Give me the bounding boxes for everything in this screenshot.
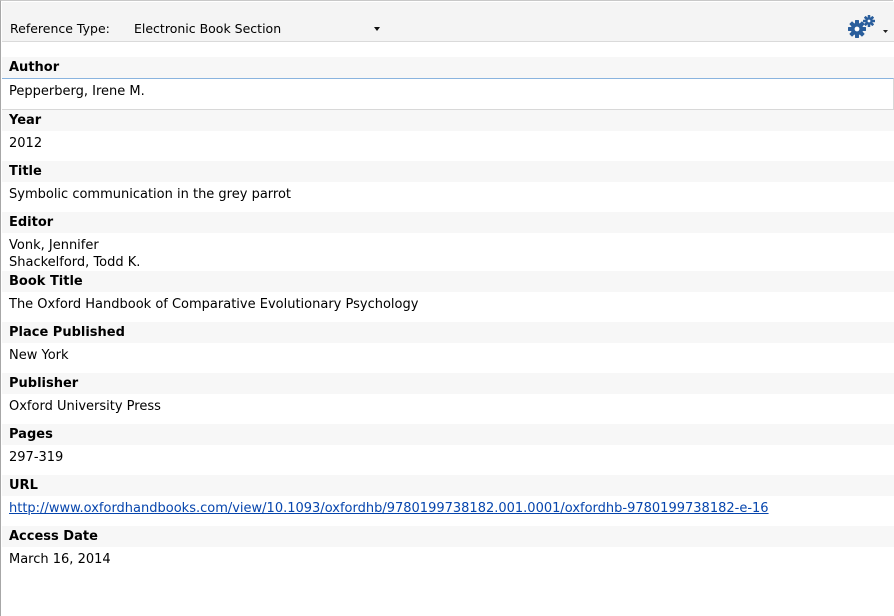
field-value-line: March 16, 2014 — [9, 552, 111, 567]
reference-toolbar: Reference Type: Electronic Book Section — [2, 2, 894, 42]
field-value-line: The Oxford Handbook of Comparative Evolu… — [9, 297, 419, 312]
field-value-line: Shackelford, Todd K. — [9, 255, 141, 270]
field-value-line: Pepperberg, Irene M. — [9, 84, 145, 99]
title-input[interactable]: Symbolic communication in the grey parro… — [2, 182, 894, 212]
reference-fields: Author Pepperberg, Irene M. Year 2012 Ti… — [2, 57, 894, 577]
field-pages: Pages 297-319 — [2, 424, 894, 475]
field-value-line: Vonk, Jennifer — [9, 238, 99, 253]
field-label: Access Date — [2, 526, 894, 547]
dropdown-arrow-icon — [374, 27, 380, 31]
book-title-input[interactable]: The Oxford Handbook of Comparative Evolu… — [2, 292, 894, 322]
field-publisher: Publisher Oxford University Press — [2, 373, 894, 424]
field-editor: Editor Vonk, Jennifer Shackelford, Todd … — [2, 212, 894, 271]
field-value-line: 297-319 — [9, 450, 64, 465]
url-link[interactable]: http://www.oxfordhandbooks.com/view/10.1… — [9, 500, 894, 517]
field-url: URL http://www.oxfordhandbooks.com/view/… — [2, 475, 894, 526]
place-published-input[interactable]: New York — [2, 343, 894, 373]
field-label: Place Published — [2, 322, 894, 343]
field-label: Pages — [2, 424, 894, 445]
url-input[interactable]: http://www.oxfordhandbooks.com/view/10.1… — [2, 496, 894, 526]
reference-editor-panel: Reference Type: Electronic Book Section — [0, 0, 894, 616]
field-value-line: Symbolic communication in the grey parro… — [9, 187, 292, 202]
field-label: URL — [2, 475, 894, 496]
access-date-input[interactable]: March 16, 2014 — [2, 547, 894, 577]
field-place-published: Place Published New York — [2, 322, 894, 373]
author-input[interactable]: Pepperberg, Irene M. — [2, 78, 894, 110]
reference-type-label: Reference Type: — [10, 21, 110, 36]
reference-type-dropdown[interactable]: Electronic Book Section — [133, 19, 387, 40]
pages-input[interactable]: 297-319 — [2, 445, 894, 475]
field-label: Year — [2, 110, 894, 131]
year-input[interactable]: 2012 — [2, 131, 894, 161]
field-value-line: Oxford University Press — [9, 399, 161, 414]
field-access-date: Access Date March 16, 2014 — [2, 526, 894, 577]
field-label: Book Title — [2, 271, 894, 292]
options-menu-button[interactable] — [847, 14, 889, 40]
field-author: Author Pepperberg, Irene M. — [2, 57, 894, 110]
field-label: Editor — [2, 212, 894, 233]
editor-input[interactable]: Vonk, Jennifer Shackelford, Todd K. — [2, 233, 894, 271]
field-year: Year 2012 — [2, 110, 894, 161]
publisher-input[interactable]: Oxford University Press — [2, 394, 894, 424]
field-book-title: Book Title The Oxford Handbook of Compar… — [2, 271, 894, 322]
field-value-line: 2012 — [9, 136, 43, 151]
field-label: Title — [2, 161, 894, 182]
field-label: Publisher — [2, 373, 894, 394]
field-title: Title Symbolic communication in the grey… — [2, 161, 894, 212]
gears-icon — [848, 15, 888, 38]
reference-type-value: Electronic Book Section — [134, 21, 282, 36]
field-label: Author — [2, 57, 894, 78]
field-value-line: New York — [9, 348, 69, 363]
